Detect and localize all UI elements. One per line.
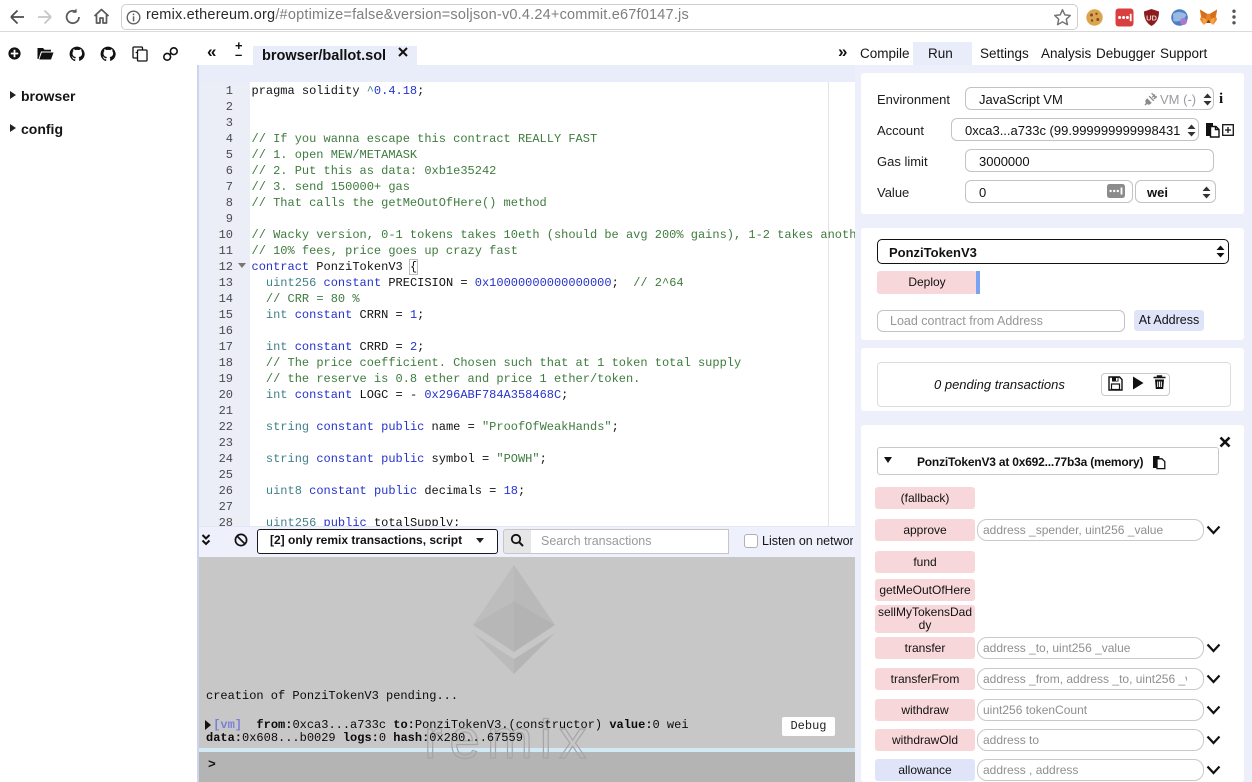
svg-text:UD: UD <box>1146 14 1157 23</box>
